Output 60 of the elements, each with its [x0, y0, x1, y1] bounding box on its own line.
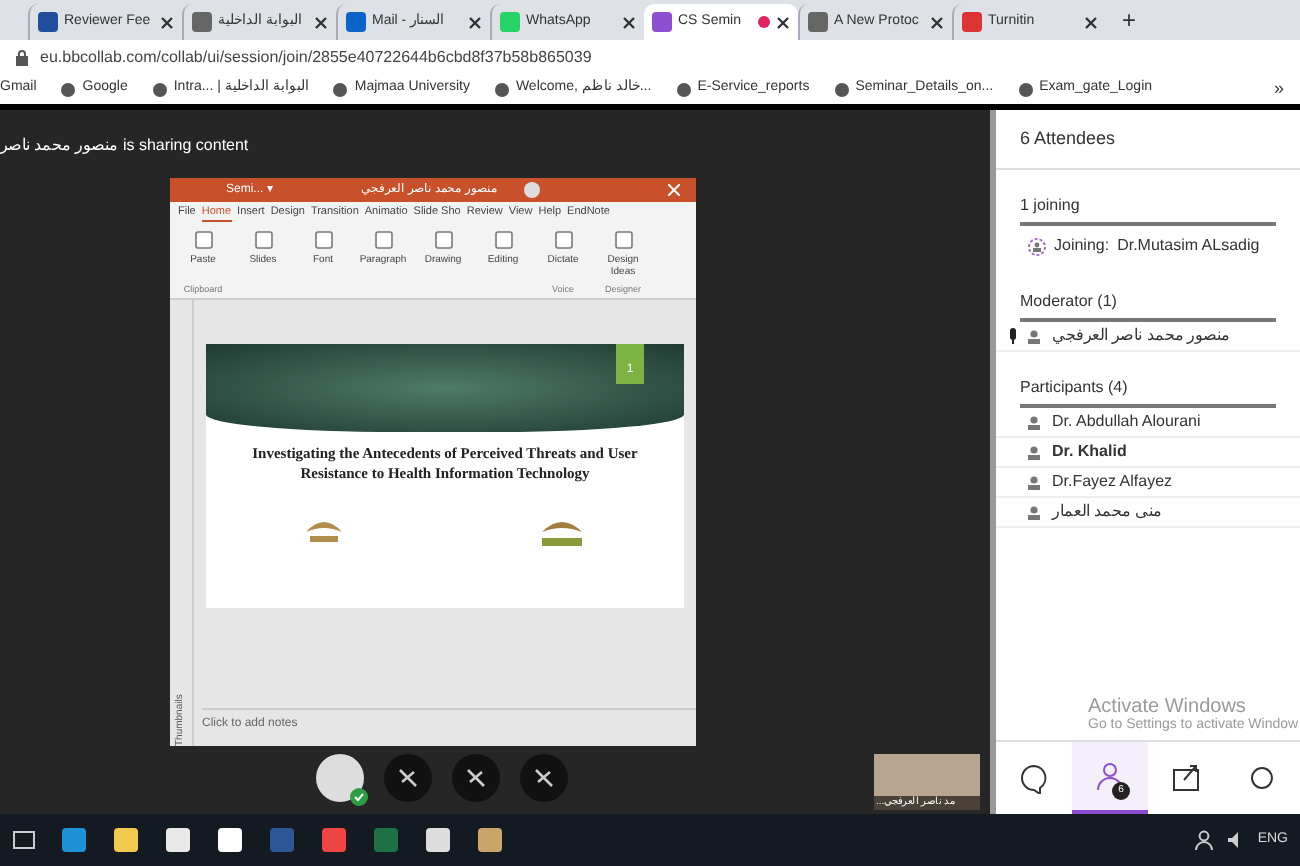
joining-label: Joining:: [1054, 234, 1110, 258]
attendee-name[interactable]: منى محمد العمار: [1052, 500, 1161, 524]
attendee-name[interactable]: Dr.Mutasim ALsadig: [1117, 234, 1260, 258]
person-icon: [1028, 445, 1040, 459]
globe-icon: [493, 81, 510, 97]
share-icon: [1170, 762, 1202, 794]
section-header: 1 joining: [1020, 194, 1276, 226]
ribbon-command-icon[interactable]: [313, 230, 333, 250]
close-icon[interactable]: [622, 15, 636, 29]
person-icon: [1028, 505, 1040, 519]
more-bookmarks-button[interactable]: »: [1273, 75, 1284, 103]
attendee-name[interactable]: Dr. Abdullah Alourani: [1052, 410, 1201, 434]
lock-icon: [16, 49, 28, 65]
avatar-button[interactable]: [316, 754, 364, 802]
status-check-icon: [350, 788, 368, 806]
attendee-name[interactable]: منصور محمد ناصر العرفجي: [1052, 324, 1230, 348]
close-icon[interactable]: [468, 15, 482, 29]
ribbon-command-icon[interactable]: [253, 230, 273, 250]
ribbon-command-icon[interactable]: [433, 230, 453, 250]
close-icon[interactable]: [314, 15, 328, 29]
ribbon-command-icon[interactable]: [613, 230, 633, 250]
globe-icon: [675, 81, 692, 97]
ribbon-command-icon[interactable]: [373, 230, 393, 250]
close-icon[interactable]: [160, 15, 174, 29]
chat-icon: [1018, 762, 1050, 794]
person-icon: [1028, 475, 1040, 489]
site-icon: [808, 12, 828, 32]
people-icon[interactable]: [1193, 830, 1214, 850]
section-header: Moderator (1): [1020, 290, 1276, 322]
sharing-label: is sharing content: [122, 134, 249, 158]
site-icon: [192, 12, 212, 32]
attendee-name[interactable]: Dr.Fayez Alfayez: [1052, 470, 1173, 494]
close-icon[interactable]: [1084, 15, 1098, 29]
close-icon[interactable]: [776, 15, 790, 29]
globe-icon: [151, 81, 168, 97]
person-icon: [1028, 329, 1040, 343]
site-icon: [500, 12, 520, 32]
site-icon: [962, 12, 982, 32]
person-icon: [1028, 237, 1046, 255]
site-icon: [652, 12, 672, 32]
activation-title: Activate Windows: [1088, 696, 1248, 718]
ribbon-command-icon[interactable]: [193, 230, 213, 250]
panel-title: 6 Attendees: [996, 110, 1300, 170]
site-icon: [346, 12, 366, 32]
close-icon[interactable]: [930, 15, 944, 29]
avatar-icon: [524, 182, 541, 198]
attendee-name[interactable]: Dr. Khalid: [1052, 440, 1127, 464]
section-header: Participants (4): [1020, 376, 1276, 408]
person-icon: [1028, 415, 1040, 429]
new-tab-button[interactable]: +: [1106, 2, 1153, 38]
globe-icon: [1017, 81, 1034, 97]
globe-icon: [60, 81, 77, 97]
presenter-name: منصور محمد ناصر: [0, 134, 117, 158]
globe-icon: [332, 81, 349, 97]
site-icon: [38, 12, 58, 32]
globe-icon: [833, 81, 850, 97]
attendees-icon: [1094, 760, 1126, 792]
ribbon-command-icon[interactable]: [493, 230, 513, 250]
task-view-icon[interactable]: [12, 830, 36, 850]
ribbon-command-icon[interactable]: [553, 230, 573, 250]
